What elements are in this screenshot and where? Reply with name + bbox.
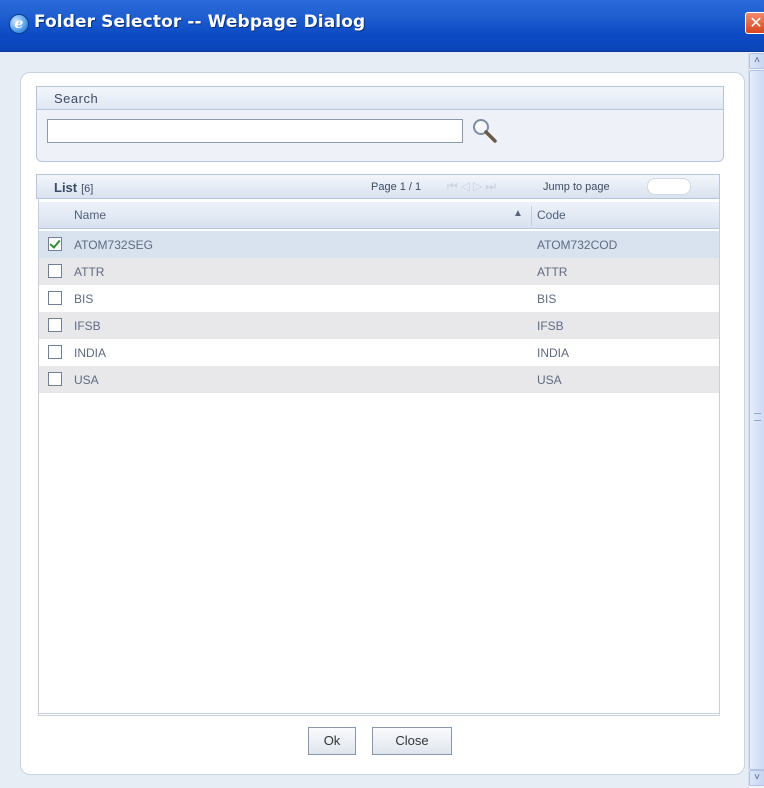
row-name: IFSB bbox=[74, 319, 101, 333]
row-code: BIS bbox=[537, 292, 557, 306]
column-header-code[interactable]: Code bbox=[537, 208, 566, 222]
ok-button[interactable]: Ok bbox=[308, 727, 356, 755]
search-section-header: Search bbox=[36, 86, 724, 110]
row-code: IFSB bbox=[537, 319, 564, 333]
row-name: USA bbox=[74, 373, 99, 387]
ie-icon: e bbox=[9, 14, 29, 34]
row-name: ATTR bbox=[74, 265, 105, 279]
row-code: ATTR bbox=[537, 265, 568, 279]
table-row[interactable]: ATOM732SEG ATOM732COD bbox=[39, 231, 719, 258]
row-name: ATOM732SEG bbox=[74, 238, 153, 252]
column-header-name[interactable]: Name bbox=[74, 208, 106, 222]
table-row[interactable]: INDIA INDIA bbox=[39, 339, 719, 366]
grid-header: Name ▲ Code bbox=[39, 202, 719, 229]
scroll-thumb[interactable] bbox=[749, 70, 764, 770]
table-row[interactable]: BIS BIS bbox=[39, 285, 719, 312]
vertical-scrollbar[interactable]: ˄ ˅ bbox=[748, 52, 764, 788]
column-separator bbox=[531, 206, 532, 226]
row-checkbox[interactable] bbox=[48, 264, 62, 278]
scroll-grip-icon bbox=[754, 413, 761, 421]
list-title: List [6] bbox=[54, 180, 94, 195]
scroll-up-button[interactable]: ˄ bbox=[749, 53, 764, 69]
search-input[interactable] bbox=[47, 119, 463, 143]
row-checkbox[interactable] bbox=[48, 237, 62, 251]
folder-grid: Name ▲ Code ATOM732SEG ATOM732COD ATTR A… bbox=[38, 199, 720, 716]
jump-to-page-input[interactable] bbox=[647, 178, 691, 195]
list-header-bar: List [6] Page 1 / 1 ⏮◁▷⏭ Jump to page bbox=[36, 174, 720, 199]
row-code: INDIA bbox=[537, 346, 570, 360]
search-section-label: Search bbox=[54, 91, 99, 106]
scroll-down-button[interactable]: ˅ bbox=[749, 770, 764, 786]
row-checkbox[interactable] bbox=[48, 291, 62, 305]
pager-navigation-icons[interactable]: ⏮◁▷⏭ bbox=[447, 179, 499, 194]
window-close-button[interactable]: ✕ bbox=[745, 12, 764, 34]
table-row[interactable]: ATTR ATTR bbox=[39, 258, 719, 285]
close-button[interactable]: Close bbox=[372, 727, 452, 755]
jump-to-page-label: Jump to page bbox=[543, 181, 610, 193]
magnifier-icon[interactable] bbox=[470, 116, 500, 146]
row-checkbox[interactable] bbox=[48, 318, 62, 332]
title-bar: e Folder Selector -- Webpage Dialog ✕ bbox=[0, 0, 764, 52]
search-section-footer bbox=[36, 152, 724, 162]
list-count: [6] bbox=[81, 183, 94, 195]
row-name: INDIA bbox=[74, 346, 107, 360]
row-code: USA bbox=[537, 373, 562, 387]
page-info: Page 1 / 1 bbox=[371, 181, 422, 193]
sort-ascending-icon[interactable]: ▲ bbox=[513, 208, 523, 219]
table-row[interactable]: USA USA bbox=[39, 366, 719, 393]
row-name: BIS bbox=[74, 292, 94, 306]
table-row[interactable]: IFSB IFSB bbox=[39, 312, 719, 339]
row-checkbox[interactable] bbox=[48, 372, 62, 386]
window-title: Folder Selector -- Webpage Dialog bbox=[34, 12, 366, 32]
row-checkbox[interactable] bbox=[48, 345, 62, 359]
row-code: ATOM732COD bbox=[537, 238, 618, 252]
